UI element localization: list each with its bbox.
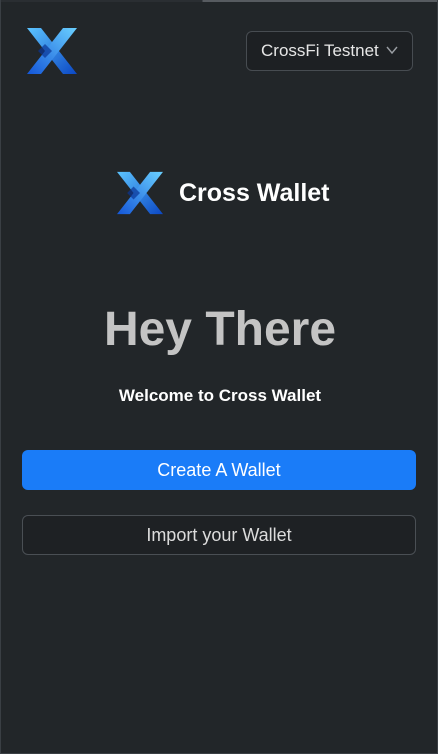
window-top-edge: [1, 0, 437, 2]
wallet-popup: CrossFi Testnet Cross Wallet Hey There W…: [0, 0, 438, 754]
chevron-down-icon: [386, 46, 398, 55]
brand: Cross Wallet: [115, 170, 330, 216]
import-wallet-button[interactable]: Import your Wallet: [22, 515, 416, 555]
hero-title: Hey There: [103, 303, 337, 356]
brand-name: Cross Wallet: [179, 178, 330, 207]
hero-subtitle: Welcome to Cross Wallet: [118, 386, 322, 405]
crossfi-x-logo-icon: [117, 171, 163, 215]
network-select[interactable]: CrossFi Testnet: [246, 31, 413, 71]
crossfi-x-logo-icon: [27, 28, 77, 74]
create-wallet-button[interactable]: Create A Wallet: [22, 450, 416, 490]
network-select-value: CrossFi Testnet: [261, 41, 379, 60]
